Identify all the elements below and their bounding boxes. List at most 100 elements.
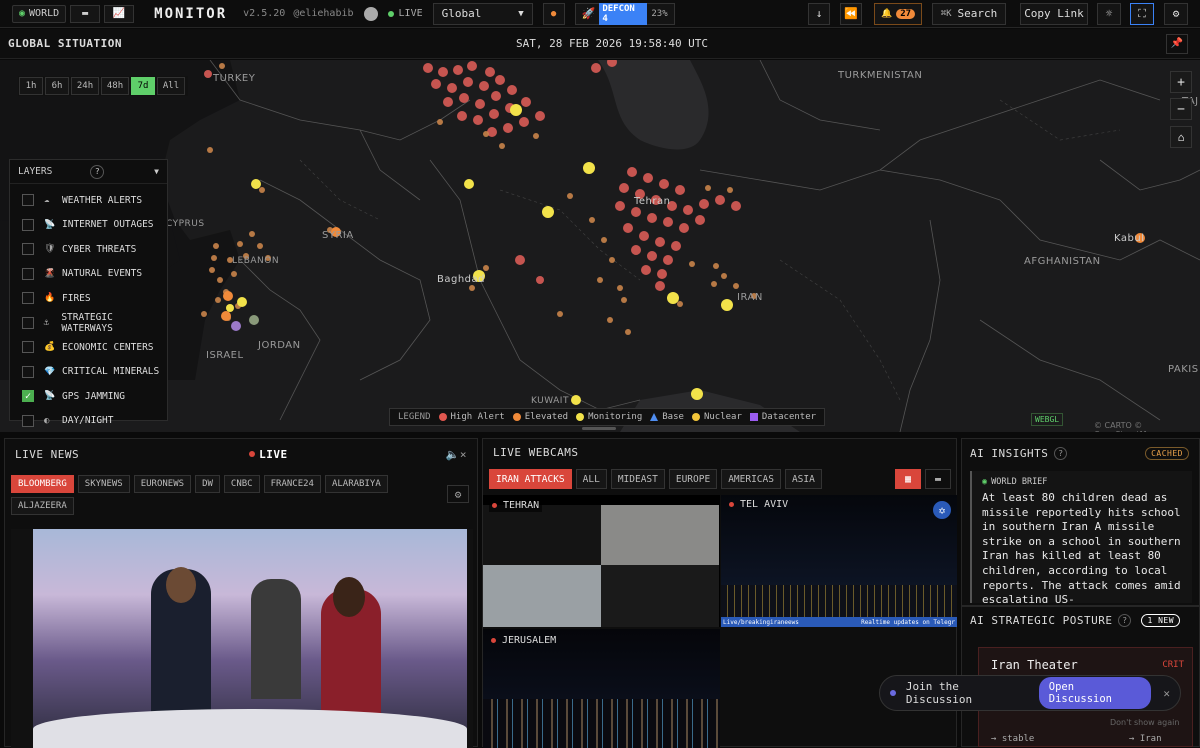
open-discussion-button[interactable]: Open Discussion	[1038, 677, 1152, 709]
news-channel-alarabiya[interactable]: ALARABIYA	[324, 475, 388, 493]
copy-link-label: Copy Link	[1024, 7, 1084, 20]
world-map[interactable]: TURKEY TURKMENISTAN SYRIA CYPRUS LEBANON…	[0, 60, 1200, 432]
webcam-tab-americas[interactable]: AMERICAS	[721, 469, 781, 489]
github-icon[interactable]	[363, 6, 378, 21]
news-channel-bloomberg[interactable]: BLOOMBERG	[11, 475, 74, 493]
live-indicator: LIVE	[387, 8, 423, 19]
layer-checkbox[interactable]	[22, 194, 34, 207]
time-range-7d[interactable]: 7d	[131, 77, 155, 95]
map-label-turkmenistan: TURKMENISTAN	[838, 70, 923, 81]
help-icon[interactable]: ?	[1054, 446, 1068, 460]
layer-checkbox[interactable]	[22, 292, 34, 305]
webcam-tel-aviv[interactable]: Live/breakingiraneews Realtime updates o…	[721, 495, 957, 627]
layer-checkbox[interactable]	[22, 316, 34, 329]
webcam-tehran[interactable]: TEHRAN	[483, 495, 720, 627]
theater-name: Iran Theater	[991, 658, 1078, 672]
copy-link-button[interactable]: Copy Link	[1020, 2, 1088, 25]
world-brief-text: At least 80 children dead as missile rep…	[982, 491, 1181, 603]
world-brief-header: ◉ WORLD BRIEF	[982, 477, 1182, 487]
finance-variant-button[interactable]: 📈	[104, 4, 135, 23]
activity-button[interactable]: ●	[542, 2, 565, 25]
layer-row-economic-centers[interactable]: 💰 ECONOMIC CENTERS	[10, 335, 167, 360]
settings-button[interactable]: ⚙	[1164, 2, 1188, 25]
fullscreen-button[interactable]: ⛶	[1130, 2, 1154, 25]
globe-icon: ◉	[982, 477, 988, 487]
theme-toggle-button[interactable]: ☼	[1097, 2, 1121, 25]
layer-checkbox[interactable]	[22, 365, 34, 378]
layer-checkbox[interactable]	[22, 414, 34, 427]
discussion-dot-icon	[890, 690, 896, 696]
dont-show-again-link[interactable]: Don't show again	[1110, 718, 1179, 727]
layer-checkbox[interactable]: ✓	[22, 390, 34, 403]
chevron-down-icon: ▼	[518, 8, 524, 19]
time-range-6h[interactable]: 6h	[45, 77, 69, 95]
pin-button[interactable]: 📌	[1166, 33, 1188, 54]
search-button[interactable]: ⌘K Search	[932, 2, 1006, 25]
world-variant-button[interactable]: ◉ WORLD	[12, 4, 67, 23]
news-channel-dw[interactable]: DW	[195, 475, 220, 493]
close-icon[interactable]: ✕	[1163, 687, 1170, 700]
time-range-48h[interactable]: 48h	[101, 77, 129, 95]
news-channel-skynews[interactable]: SKYNEWS	[77, 475, 130, 493]
grid-view-button[interactable]: ▦	[895, 469, 921, 489]
time-range-24h[interactable]: 24h	[71, 77, 99, 95]
author-handle[interactable]: @eliehabib	[293, 8, 353, 19]
webcam-tab-iran-attacks[interactable]: IRAN ATTACKS	[489, 469, 572, 489]
layer-checkbox[interactable]	[22, 243, 34, 256]
news-channel-euronews[interactable]: EURONEWS	[133, 475, 192, 493]
download-button[interactable]: ↓	[808, 2, 830, 25]
zoom-out-button[interactable]: −	[1170, 98, 1192, 120]
map-canvas[interactable]	[0, 60, 1200, 432]
layer-checkbox[interactable]	[22, 218, 34, 231]
webcam-jerusalem[interactable]: JERUSALEM	[483, 629, 720, 748]
webcam-tab-all[interactable]: ALL	[575, 469, 607, 489]
map-label-baghdad: Baghdad	[437, 274, 485, 285]
news-channel-aljazeera[interactable]: ALJAZEERA	[11, 497, 74, 515]
tech-variant-button[interactable]: ▬	[70, 4, 101, 23]
chevron-down-icon[interactable]: ▼	[154, 167, 159, 176]
layer-row-day-night[interactable]: ◐ DAY/NIGHT	[10, 409, 167, 433]
resize-handle[interactable]	[582, 427, 616, 430]
layer-row-fires[interactable]: 🔥 FIRES	[10, 286, 167, 311]
live-webcams-header: LIVE WEBCAMS	[483, 439, 956, 465]
webcam-tab-europe[interactable]: EUROPE	[668, 469, 718, 489]
time-range-1h[interactable]: 1h	[19, 77, 43, 95]
layer-checkbox[interactable]	[22, 267, 34, 280]
ai-insights-panel: AI INSIGHTS ? CACHED ◉ WORLD BRIEF At le…	[961, 438, 1200, 606]
webcam-tab-asia[interactable]: ASIA	[784, 469, 822, 489]
layer-row-internet-outages[interactable]: 📡 INTERNET OUTAGES	[10, 213, 167, 238]
news-settings-button[interactable]: ⚙	[447, 485, 469, 503]
webcam-tehran-label: TEHRAN	[489, 499, 543, 512]
alerts-button[interactable]: 🔔 27	[874, 2, 922, 25]
news-video-player[interactable]	[11, 529, 473, 748]
home-button[interactable]: ⌂	[1170, 126, 1192, 148]
region-select[interactable]: Global ▼	[432, 2, 533, 25]
defcon-indicator[interactable]: 🚀 DEFCON 4 23%	[574, 2, 675, 25]
rewind-icon: ⏪	[844, 7, 858, 20]
playback-button[interactable]: ⏪	[840, 2, 862, 25]
news-channel-cnbc[interactable]: CNBC	[223, 475, 260, 493]
help-icon[interactable]: ?	[1118, 613, 1132, 627]
version-label: v2.5.20	[243, 8, 286, 19]
layers-header[interactable]: LAYERS ? ▼	[10, 160, 167, 184]
legend-dot-icon	[512, 413, 521, 421]
zoom-in-button[interactable]: +	[1170, 71, 1192, 93]
layer-checkbox[interactable]	[22, 341, 34, 354]
legend-item: Nuclear	[691, 412, 742, 422]
layer-row-strategic-waterways[interactable]: ⚓ STRATEGIC WATERWAYS	[10, 311, 167, 336]
live-news-title: LIVE NEWS	[15, 447, 80, 461]
map-attribution[interactable]: © CARTO © OpenStreetMap	[1094, 421, 1200, 432]
webcam-tab-mideast[interactable]: MIDEAST	[610, 469, 665, 489]
layer-row-critical-minerals[interactable]: 💎 CRITICAL MINERALS	[10, 360, 167, 385]
layer-row-gps-jamming[interactable]: ✓ 📡 GPS JAMMING	[10, 384, 167, 409]
time-range-all[interactable]: All	[157, 77, 185, 95]
layer-row-weather-alerts[interactable]: ☁ WEATHER ALERTS	[10, 188, 167, 213]
single-view-button[interactable]: ▬	[925, 469, 951, 489]
layers-list: ☁ WEATHER ALERTS 📡 INTERNET OUTAGES 🛡 CYBER T…	[10, 184, 167, 432]
map-legend: LEGEND High Alert Elevated Monitoring Base N…	[389, 408, 826, 426]
layer-row-cyber-threats[interactable]: 🛡 CYBER THREATS	[10, 237, 167, 262]
mute-icon[interactable]: 🔈×	[446, 448, 467, 461]
layer-row-natural-events[interactable]: 🌋 NATURAL EVENTS	[10, 262, 167, 287]
layers-help-icon[interactable]: ?	[90, 164, 105, 179]
news-channel-france24[interactable]: FRANCE24	[263, 475, 321, 493]
